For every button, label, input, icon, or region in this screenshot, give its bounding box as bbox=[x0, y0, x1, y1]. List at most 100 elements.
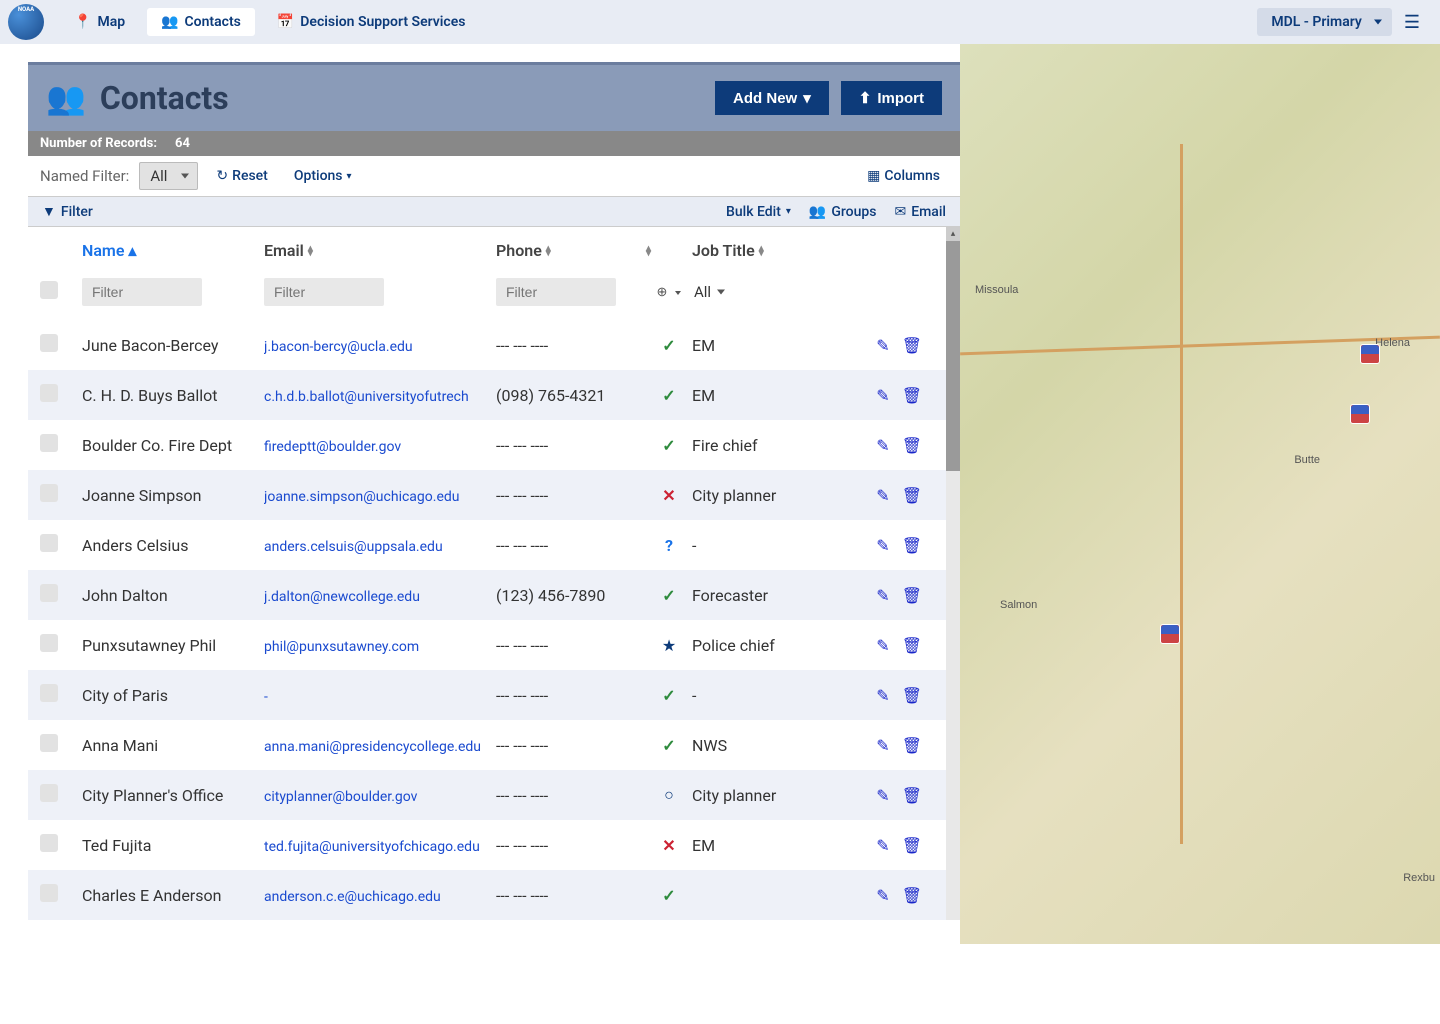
row-checkbox[interactable] bbox=[40, 684, 58, 702]
trash-icon[interactable]: 🗑 bbox=[902, 436, 922, 455]
col-phone-header[interactable]: Phone ▴▾ bbox=[496, 241, 646, 260]
scrollbar[interactable]: ▴ bbox=[946, 227, 960, 920]
email-link[interactable]: - bbox=[264, 689, 268, 705]
cell-phone: (123) 456-7890 bbox=[496, 586, 646, 605]
trash-icon[interactable]: 🗑 bbox=[902, 836, 922, 855]
nav-map[interactable]: 📍 Map bbox=[60, 8, 139, 36]
nav-dss[interactable]: 📅 Decision Support Services bbox=[263, 8, 480, 36]
nav-contacts[interactable]: 👥 Contacts bbox=[147, 8, 255, 36]
cell-name: Joanne Simpson bbox=[82, 486, 264, 505]
col-status-header[interactable]: ▴▾ bbox=[646, 246, 692, 256]
edit-icon[interactable]: ✎ bbox=[876, 536, 889, 555]
col-job-header[interactable]: Job Title ▴▾ bbox=[692, 241, 842, 260]
trash-icon[interactable]: 🗑 bbox=[902, 586, 922, 605]
select-all-checkbox[interactable] bbox=[40, 281, 58, 299]
row-checkbox[interactable] bbox=[40, 334, 58, 352]
trash-icon[interactable]: 🗑 bbox=[902, 336, 922, 355]
col-name-header[interactable]: Name ▴ bbox=[82, 241, 264, 260]
email-link[interactable]: j.dalton@newcollege.edu bbox=[264, 589, 420, 605]
trash-icon[interactable]: 🗑 bbox=[902, 736, 922, 755]
edit-icon[interactable]: ✎ bbox=[876, 336, 889, 355]
email-link[interactable]: joanne.simpson@uchicago.edu bbox=[264, 489, 460, 505]
name-filter-input[interactable] bbox=[82, 278, 202, 306]
job-filter-select[interactable]: All bbox=[692, 281, 727, 303]
col-job-label: Job Title bbox=[692, 241, 755, 260]
sort-icon: ▴▾ bbox=[646, 246, 651, 256]
phone-filter-input[interactable] bbox=[496, 278, 616, 306]
table-row: Boulder Co. Fire Deptfiredeptt@boulder.g… bbox=[28, 420, 960, 470]
edit-icon[interactable]: ✎ bbox=[876, 386, 889, 405]
edit-icon[interactable]: ✎ bbox=[876, 436, 889, 455]
col-email-header[interactable]: Email ▴▾ bbox=[264, 241, 496, 260]
scroll-up-arrow[interactable]: ▴ bbox=[946, 227, 960, 241]
edit-icon[interactable]: ✎ bbox=[876, 786, 889, 805]
email-button[interactable]: ✉ Email bbox=[894, 204, 946, 220]
named-filter-select[interactable]: All bbox=[139, 162, 198, 190]
trash-icon[interactable]: 🗑 bbox=[902, 786, 922, 805]
trash-icon[interactable]: 🗑 bbox=[902, 636, 922, 655]
map-pane[interactable]: Missoula Helena Butte Salmon Rexbu bbox=[960, 44, 1440, 944]
row-checkbox[interactable] bbox=[40, 834, 58, 852]
trash-icon[interactable]: 🗑 bbox=[902, 536, 922, 555]
cell-name: Anders Celsius bbox=[82, 536, 264, 555]
top-nav: 📍 Map 👥 Contacts 📅 Decision Support Serv… bbox=[0, 0, 1440, 44]
trash-icon[interactable]: 🗑 bbox=[902, 386, 922, 405]
email-link[interactable]: ted.fujita@universityofchicago.edu bbox=[264, 839, 480, 855]
columns-button[interactable]: ▦ Columns bbox=[859, 164, 948, 188]
add-new-button[interactable]: Add New ▾ bbox=[715, 81, 829, 115]
edit-icon[interactable]: ✎ bbox=[876, 686, 889, 705]
cell-name: John Dalton bbox=[82, 586, 264, 605]
options-button[interactable]: Options ▾ bbox=[286, 164, 360, 188]
email-filter-input[interactable] bbox=[264, 278, 384, 306]
edit-icon[interactable]: ✎ bbox=[876, 586, 889, 605]
trash-icon[interactable]: 🗑 bbox=[902, 886, 922, 905]
hamburger-menu[interactable]: ☰ bbox=[1392, 6, 1432, 39]
table-row: Charles E Andersonanderson.c.e@uchicago.… bbox=[28, 870, 960, 920]
edit-icon[interactable]: ✎ bbox=[876, 486, 889, 505]
region-select[interactable]: MDL - Primary bbox=[1257, 8, 1391, 36]
trash-icon[interactable]: 🗑 bbox=[902, 486, 922, 505]
named-filter-value: All bbox=[150, 167, 167, 185]
region-select-label: MDL - Primary bbox=[1271, 14, 1361, 30]
email-link[interactable]: anna.mani@presidencycollege.edu bbox=[264, 739, 481, 755]
row-checkbox[interactable] bbox=[40, 434, 58, 452]
row-checkbox[interactable] bbox=[40, 384, 58, 402]
import-button[interactable]: ⬆ Import bbox=[841, 81, 942, 115]
email-link[interactable]: anderson.c.e@uchicago.edu bbox=[264, 889, 441, 905]
email-link[interactable]: j.bacon-bercy@ucla.edu bbox=[264, 339, 413, 355]
sort-icon: ▴▾ bbox=[759, 246, 764, 256]
cell-name: City of Paris bbox=[82, 686, 264, 705]
row-checkbox[interactable] bbox=[40, 484, 58, 502]
chevron-down-icon: ▾ bbox=[786, 206, 791, 217]
cell-name: Punxsutawney Phil bbox=[82, 636, 264, 655]
row-checkbox[interactable] bbox=[40, 784, 58, 802]
check-icon: ✓ bbox=[662, 686, 675, 705]
table-row: City Planner's Officecityplanner@boulder… bbox=[28, 770, 960, 820]
trash-icon[interactable]: 🗑 bbox=[902, 686, 922, 705]
email-link[interactable]: phil@punxsutawney.com bbox=[264, 639, 419, 655]
chevron-down-icon: ▾ bbox=[803, 89, 811, 107]
email-link[interactable]: firedeptt@boulder.gov bbox=[264, 439, 401, 455]
interstate-shield-icon bbox=[1160, 624, 1180, 644]
edit-icon[interactable]: ✎ bbox=[876, 636, 889, 655]
bulk-edit-button[interactable]: Bulk Edit ▾ bbox=[726, 204, 791, 220]
scrollbar-thumb[interactable] bbox=[946, 241, 960, 471]
import-label: Import bbox=[877, 90, 924, 107]
row-checkbox[interactable] bbox=[40, 534, 58, 552]
email-link[interactable]: cityplanner@boulder.gov bbox=[264, 789, 417, 805]
row-checkbox[interactable] bbox=[40, 884, 58, 902]
email-link[interactable]: anders.celsuis@uppsala.edu bbox=[264, 539, 443, 555]
groups-button[interactable]: 👥 Groups bbox=[809, 204, 877, 220]
row-checkbox[interactable] bbox=[40, 734, 58, 752]
row-checkbox[interactable] bbox=[40, 584, 58, 602]
row-checkbox[interactable] bbox=[40, 634, 58, 652]
people-icon: 👥 bbox=[161, 14, 178, 30]
filter-toggle[interactable]: ▼ Filter bbox=[42, 203, 93, 220]
edit-icon[interactable]: ✎ bbox=[876, 736, 889, 755]
edit-icon[interactable]: ✎ bbox=[876, 836, 889, 855]
page-title: Contacts bbox=[100, 79, 229, 117]
status-filter-select[interactable]: ⊕ bbox=[657, 285, 682, 300]
edit-icon[interactable]: ✎ bbox=[876, 886, 889, 905]
reset-button[interactable]: ↻ Reset bbox=[208, 164, 275, 188]
email-link[interactable]: c.h.d.b.ballot@universityofutrech bbox=[264, 389, 469, 405]
